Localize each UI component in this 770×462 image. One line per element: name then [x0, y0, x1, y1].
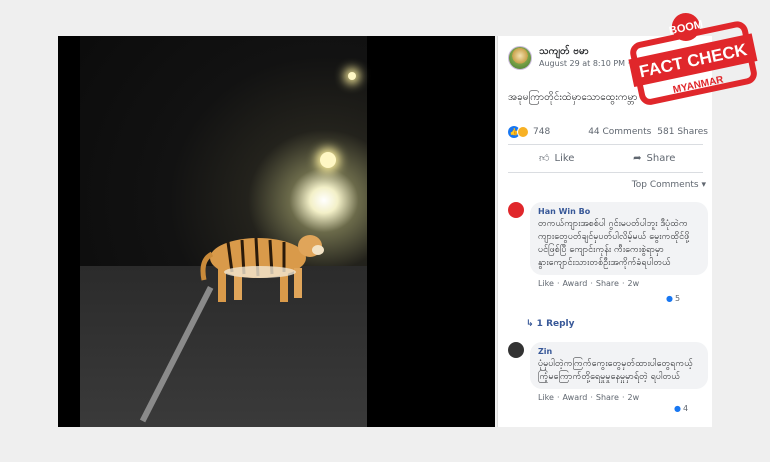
boom-fact-check-stamp: BOOM FACT CHECK MYANMAR	[628, 12, 758, 105]
comment-award-button[interactable]: Award	[563, 393, 588, 402]
post-author[interactable]: သကျတ် ဗမာ	[539, 46, 640, 58]
comment-item: Han Win Bo တကယ်ကျားအစစ်ပါ ဂွင်းမပတ်ပါဘူး…	[508, 202, 708, 288]
comment-award-button[interactable]: Award	[563, 279, 588, 288]
like-label: Like	[554, 152, 575, 164]
view-replies-link[interactable]: ↳ 1 Reply	[526, 319, 575, 329]
post-text: အခုမကြာတိုင်းထဲမှာသောထွေးကမ္ဘာ	[508, 92, 638, 103]
headlight	[320, 152, 336, 168]
comment-text: တကယ်ကျားအစစ်ပါ ဂွင်းမပတ်ပါဘူး ဒီပုံထဲကကျ…	[538, 219, 690, 268]
comment-share-button[interactable]: Share	[596, 279, 619, 288]
comment-reactions[interactable]: ● 4	[674, 404, 688, 413]
video-player[interactable]	[58, 36, 495, 427]
commenter-name[interactable]: Zin	[538, 347, 700, 356]
commenter-avatar[interactable]	[508, 202, 524, 218]
like-button[interactable]: 👍︎ Like	[508, 152, 606, 165]
reaction-icons[interactable]: 👍	[508, 126, 529, 138]
post-header: သကျတ် ဗမာ August 29 at 8:10 PM · ◍	[508, 46, 640, 70]
shares-count[interactable]: 581 Shares	[657, 127, 708, 137]
commenter-name[interactable]: Han Win Bo	[538, 207, 700, 216]
post-date[interactable]: August 29 at 8:10 PM ·	[539, 59, 633, 68]
haha-reaction-icon	[517, 126, 529, 138]
share-button[interactable]: ➦ Share	[606, 152, 704, 164]
reaction-count[interactable]: 748	[533, 127, 550, 137]
post-actions: 👍︎ Like ➦ Share	[508, 152, 704, 165]
share-arrow-icon: ➦	[633, 152, 642, 164]
screenshot-canvas: သကျတ် ဗမာ August 29 at 8:10 PM · ◍ အခုမက…	[0, 0, 770, 462]
comment-bubble: Han Win Bo တကယ်ကျားအစစ်ပါ ဂွင်းမပတ်ပါဘူး…	[530, 202, 708, 275]
author-avatar[interactable]	[508, 46, 532, 70]
comments-count[interactable]: 44 Comments	[588, 127, 651, 137]
divider	[508, 144, 703, 145]
share-label: Share	[646, 152, 676, 164]
comment-like-button[interactable]: Like	[538, 393, 554, 402]
comment-share-button[interactable]: Share	[596, 393, 619, 402]
comment-actions: Like · Award · Share · 2w	[538, 393, 640, 402]
comment-react-count: 5	[674, 294, 681, 303]
tiger-image	[200, 235, 324, 302]
comment-reactions[interactable]: ● 5	[666, 294, 680, 303]
thumbs-up-icon: 👍︎	[539, 153, 550, 164]
comment-actions: Like · Award · Share · 2w	[538, 279, 640, 288]
comment-bubble: Zin ပုံမှပါတဲ့ကကြက်ကွေးတွေမှတ်ထားပါတွေရက…	[530, 342, 708, 389]
comment-react-count: 4	[682, 404, 689, 413]
comment-timestamp[interactable]: 2w	[628, 279, 640, 288]
comment-sort-dropdown[interactable]: Top Comments ▾	[632, 180, 706, 190]
comment-like-button[interactable]: Like	[538, 279, 554, 288]
comment-item: Zin ပုံမှပါတဲ့ကကြက်ကွေးတွေမှတ်ထားပါတွေရက…	[508, 342, 708, 402]
comment-timestamp[interactable]: 2w	[628, 393, 640, 402]
divider	[508, 172, 703, 173]
street-light	[348, 72, 356, 80]
like-reaction-icon: ●	[666, 294, 673, 303]
commenter-avatar[interactable]	[508, 342, 524, 358]
like-reaction-icon: ●	[674, 404, 681, 413]
comment-text: ပုံမှပါတဲ့ကကြက်ကွေးတွေမှတ်ထားပါတွေရကယ့်က…	[538, 359, 693, 382]
